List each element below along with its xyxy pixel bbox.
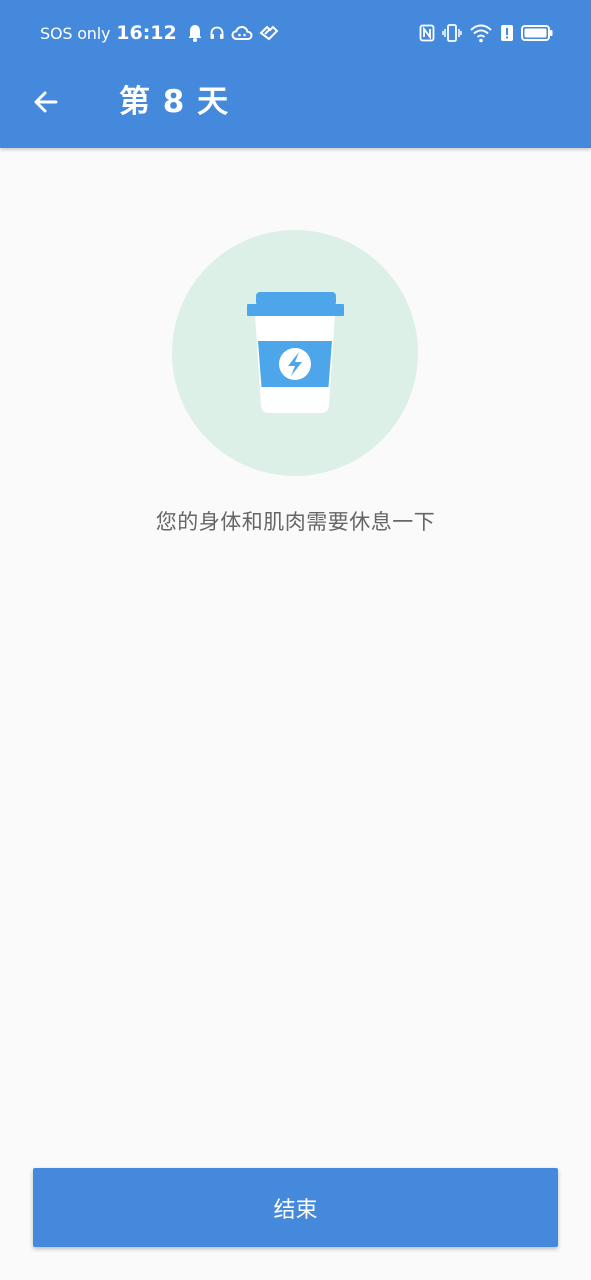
hearts-icon [259, 25, 279, 41]
vibrate-icon [442, 24, 462, 42]
bell-icon [188, 25, 202, 42]
end-button[interactable]: 结束 [33, 1168, 558, 1247]
page-title: 第 8 天 [119, 84, 230, 120]
cloud-icon [231, 25, 253, 40]
status-right [419, 21, 553, 45]
nfc-icon [419, 24, 435, 42]
status-bar: SOS only 16:12 [0, 0, 591, 66]
arrow-left-icon [34, 91, 58, 113]
rest-message: 您的身体和肌肉需要休息一下 [155, 510, 436, 534]
back-button[interactable] [24, 80, 68, 124]
rest-illustration [172, 230, 418, 476]
battery-icon [521, 25, 553, 41]
wifi-icon [470, 24, 492, 43]
status-left: SOS only 16:12 [40, 20, 279, 46]
carrier-label: SOS only [40, 23, 111, 43]
app-bar: SOS only 16:12 第 8 天 [0, 0, 591, 148]
clock: 16:12 [116, 22, 177, 44]
alert-icon [501, 25, 513, 41]
coffee-cup-icon [247, 292, 344, 413]
headphones-icon [210, 26, 224, 39]
